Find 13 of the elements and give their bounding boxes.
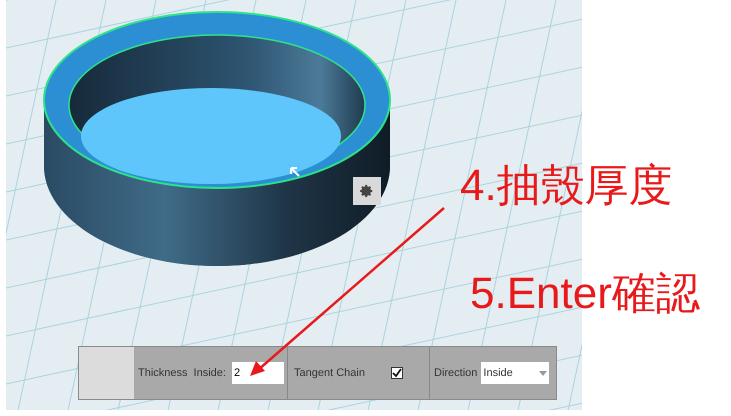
settings-icon xyxy=(360,184,374,198)
thickness-label: Thickness xyxy=(138,366,188,381)
caret-icon xyxy=(539,370,548,376)
settings-button[interactable] xyxy=(353,177,381,205)
direction-label: Direction xyxy=(434,366,478,381)
tangent-chain-checkbox[interactable] xyxy=(390,367,403,379)
thickness-input-field[interactable]: 2 xyxy=(232,362,284,384)
direction-dropdown[interactable]: Inside xyxy=(481,362,550,384)
step-annotation: 5.Enter確認 xyxy=(470,272,700,316)
step-annotation: 4.抽殼厚度 xyxy=(460,164,673,208)
toolbar-blank-panel xyxy=(79,347,134,399)
tangent-chain-label: Tangent Chain xyxy=(294,366,365,381)
inside-label: Inside: xyxy=(194,366,226,381)
